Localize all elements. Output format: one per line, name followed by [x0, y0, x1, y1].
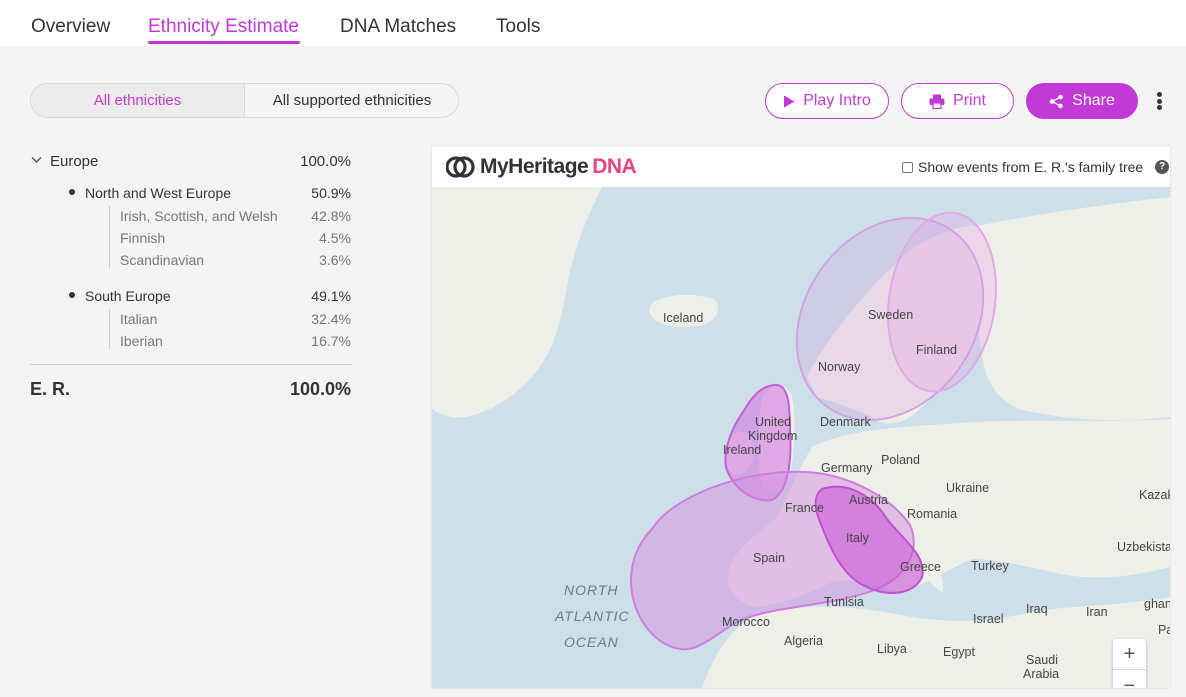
zoom-controls: + − [1113, 639, 1146, 688]
group-percent: 49.1% [311, 288, 351, 304]
ocean-label: NORTH [564, 582, 619, 598]
print-button[interactable]: Print [901, 83, 1014, 119]
map-label: Denmark [820, 415, 871, 429]
map-canvas: Iceland Sweden Finland Norway Denmark Un… [432, 187, 1170, 688]
ethnicity-item-name: Scandinavian [120, 252, 205, 268]
map-label: ghan [1144, 597, 1170, 611]
map-label: Algeria [784, 634, 823, 648]
help-icon[interactable]: ? [1155, 160, 1170, 174]
map-label: Morocco [722, 615, 770, 629]
map-label: Austria [849, 493, 888, 507]
myheritage-logo-icon [446, 156, 475, 178]
map-label: Finland [916, 343, 957, 357]
map-label: Germany [821, 461, 873, 475]
ethnicity-item-percent: 16.7% [311, 333, 351, 349]
play-intro-button[interactable]: Play Intro [765, 83, 889, 119]
total-percent: 100.0% [289, 379, 351, 399]
map-label: Libya [877, 642, 907, 656]
map-label: Iceland [663, 311, 703, 325]
chevron-down-icon[interactable] [31, 156, 42, 164]
filter-all-ethnicities[interactable]: All ethnicities [31, 84, 245, 117]
myheritage-logo: MyHeritage DNA [446, 154, 637, 180]
map-label: Turkey [971, 559, 1009, 573]
ethnicity-item-percent: 4.5% [319, 230, 351, 246]
print-label: Print [953, 92, 986, 109]
map-label: France [785, 501, 824, 515]
map-label: Ireland [723, 443, 761, 457]
group-bullet [69, 292, 75, 298]
tab-ethnicity-estimate[interactable]: Ethnicity Estimate [148, 16, 299, 38]
map-label: Tunisia [824, 595, 864, 609]
map-label: Iran [1086, 605, 1108, 619]
group-name: North and West Europe [85, 185, 232, 201]
map-label: Egypt [943, 645, 975, 659]
ethnicity-item-name: Finnish [120, 230, 166, 246]
top-nav: Overview Ethnicity Estimate DNA Matches … [0, 0, 1186, 46]
zoom-out-button[interactable]: − [1113, 671, 1146, 688]
map-label: Iraq [1026, 602, 1048, 616]
logo-dna-text: DNA [592, 155, 637, 178]
map-label: Italy [846, 531, 870, 545]
person-name: E. R. [30, 379, 71, 399]
share-button[interactable]: Share [1026, 83, 1138, 119]
group-name: South Europe [85, 288, 171, 304]
ethnicity-filter-toggle: All ethnicities All supported ethnicitie… [30, 83, 459, 118]
landmass-finland-russia [972, 197, 1170, 421]
zoom-in-button[interactable]: + [1113, 639, 1146, 670]
tree-line [109, 309, 110, 349]
family-tree-events-checkbox[interactable] [902, 161, 913, 173]
map-label: Spain [753, 551, 785, 565]
map-label: Poland [881, 453, 920, 467]
more-options-icon[interactable] [1150, 88, 1168, 114]
group-bullet [69, 189, 75, 195]
active-tab-indicator [148, 41, 300, 44]
ethnicity-item-percent: 32.4% [311, 311, 351, 327]
tab-tools[interactable]: Tools [496, 16, 540, 38]
map-label: Kazak [1139, 488, 1170, 502]
map-header: MyHeritage DNA Show events from E. R.'s … [432, 146, 1170, 187]
map-label: Romania [907, 507, 957, 521]
group-percent: 50.9% [311, 185, 351, 201]
map-label: Arabia [1023, 667, 1059, 681]
ethnicity-item-percent: 3.6% [319, 252, 351, 268]
printer-icon [929, 94, 945, 109]
region-percent: 100.0% [300, 153, 351, 170]
map-label: Greece [900, 560, 941, 574]
ethnicity-map-card: MyHeritage DNA Show events from E. R.'s … [432, 146, 1170, 688]
map-label: United [755, 415, 791, 429]
map-label: Norway [818, 360, 861, 374]
logo-text: MyHeritage [480, 155, 589, 178]
tree-line [109, 206, 110, 268]
divider [30, 364, 352, 365]
map-label: Uzbekista [1117, 540, 1170, 554]
ethnicity-item-name: Iberian [120, 333, 163, 349]
map-label: Kingdom [748, 429, 797, 443]
ethnicity-item-percent: 42.8% [311, 208, 351, 224]
filter-all-supported-ethnicities[interactable]: All supported ethnicities [245, 84, 458, 117]
map-label: Saudi [1026, 653, 1058, 667]
map-label: Ukraine [946, 481, 989, 495]
map-label: Pa [1158, 623, 1170, 637]
region-name[interactable]: Europe [50, 153, 98, 170]
ethnicity-item-name: Irish, Scottish, and Welsh [120, 208, 278, 224]
family-tree-events-toggle: Show events from E. R.'s family tree ? [902, 159, 1170, 175]
tab-dna-matches[interactable]: DNA Matches [340, 16, 456, 38]
share-icon [1049, 94, 1063, 108]
map-label: Israel [973, 612, 1004, 626]
ocean-label: OCEAN [564, 634, 619, 650]
map-label: Sweden [868, 308, 913, 322]
play-intro-label: Play Intro [803, 92, 871, 109]
ethnicity-map[interactable]: Iceland Sweden Finland Norway Denmark Un… [432, 187, 1170, 688]
family-tree-events-label[interactable]: Show events from E. R.'s family tree [918, 159, 1143, 175]
ethnicity-item-name: Italian [120, 311, 158, 327]
tab-overview[interactable]: Overview [31, 16, 110, 38]
play-icon [784, 95, 795, 107]
share-label: Share [1072, 92, 1115, 109]
ocean-label: ATLANTIC [554, 608, 630, 624]
